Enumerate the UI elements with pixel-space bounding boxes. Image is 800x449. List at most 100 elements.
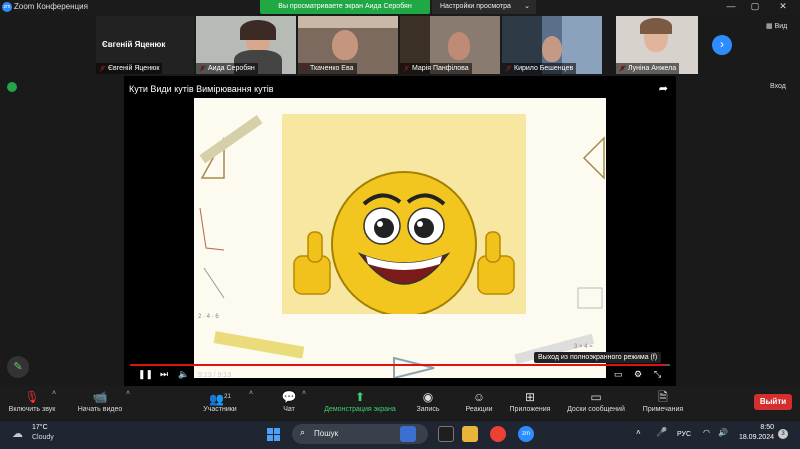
participants-button[interactable]: 👥21 Участники — [196, 388, 244, 413]
participant-video — [240, 20, 276, 40]
windows-start-icon[interactable] — [267, 428, 280, 441]
view-options-button[interactable]: Настройки просмотра ⌄ — [432, 0, 536, 14]
svg-text:2 · 4 · 6: 2 · 4 · 6 — [198, 314, 219, 320]
share-screen-button[interactable]: ⬆ Демонстрация экрана — [318, 388, 402, 413]
participant-name: Кирило Бешенцев — [502, 63, 577, 74]
weather-temperature[interactable]: 17°C — [32, 424, 48, 431]
record-button[interactable]: ◉ Запись — [412, 388, 444, 413]
minimize-button[interactable]: — — [722, 1, 740, 11]
participant-name: Ткаченко Ева — [298, 63, 357, 74]
participant-name: Луніна Анжела — [616, 63, 680, 74]
reactions-button[interactable]: ☺ Реакции — [460, 388, 498, 413]
enter-button[interactable]: Вход — [770, 83, 786, 90]
unmute-label: Включить звук — [8, 406, 56, 413]
share-banner: Вы просматриваете экран Аида Серобян — [260, 0, 430, 14]
zoom-app-icon: zm — [2, 2, 12, 12]
app-title: Zoom Конференция — [14, 2, 88, 11]
progress-fill — [130, 364, 665, 366]
apps-button[interactable]: ⊞ Приложения — [506, 388, 554, 413]
participant-tile[interactable]: Марія Панфілова — [400, 16, 500, 74]
start-video-label: Начать видео — [77, 406, 123, 413]
reactions-label: Реакции — [465, 406, 493, 413]
zoom-taskbar-icon[interactable]: zm — [518, 426, 534, 442]
gear-icon[interactable]: ⚙ — [634, 369, 642, 380]
task-view-icon[interactable] — [438, 426, 454, 442]
reactions-icon: ☺ — [472, 390, 486, 404]
weather-condition[interactable]: Cloudy — [32, 434, 54, 441]
clock-date[interactable]: 18.09.2024 — [734, 434, 774, 441]
svg-text:3 × 4 =: 3 × 4 = — [574, 344, 593, 350]
whiteboards-label: Доски сообщений — [567, 406, 625, 413]
whiteboards-button[interactable]: ▭ Доски сообщений — [562, 388, 630, 413]
chevron-up-icon[interactable]: ˄ — [52, 390, 56, 397]
clock-time[interactable]: 8:50 — [742, 424, 774, 431]
slide-background — [282, 114, 526, 314]
apps-label: Приложения — [509, 406, 551, 413]
chat-button[interactable]: 💬 Чат — [274, 388, 304, 413]
shared-video-player[interactable]: Кути Види кутів Вимірювання кутів ➦ 2 · … — [124, 76, 676, 386]
active-speaker-name: Євгеній Яценюк — [102, 40, 166, 49]
participant-video — [542, 36, 562, 62]
gallery-strip: Євгеній Яценюк Євгеній Яценюк Аида Сероб… — [96, 14, 702, 74]
taskbar-app-icon[interactable] — [400, 426, 416, 442]
participant-tile[interactable]: Кирило Бешенцев — [502, 16, 602, 74]
exit-fullscreen-icon[interactable]: ⤡ — [654, 369, 661, 380]
title-bar: zm Zoom Конференция Вы просматриваете эк… — [0, 0, 800, 14]
chat-icon: 💬 — [281, 390, 297, 404]
participant-video — [640, 18, 672, 34]
participants-label: Участники — [203, 406, 237, 413]
chevron-up-icon[interactable]: ˄ — [302, 390, 306, 397]
participant-video — [298, 16, 398, 28]
view-label: Вид — [774, 23, 788, 30]
video-frame: 2 · 4 · 6 3 × 4 = — [194, 98, 606, 378]
subtitles-icon[interactable]: ▭ — [614, 369, 623, 380]
volume-icon[interactable]: 🔈 — [178, 369, 189, 380]
view-options-label: Настройки просмотра — [440, 3, 511, 10]
chevron-down-icon: ⌄ — [524, 3, 530, 10]
participant-video — [448, 32, 470, 60]
close-button[interactable]: ✕ — [774, 1, 792, 12]
apps-icon: ⊞ — [524, 390, 536, 404]
notes-label: Примечания — [642, 406, 684, 413]
smiley-thumbs-up-icon — [293, 171, 515, 314]
participant-tile[interactable]: Аида Серобян — [196, 16, 296, 74]
start-video-button[interactable]: 📹 Начать видео — [72, 388, 128, 413]
exit-fullscreen-tooltip: Выход из полноэкранного режима (f) — [534, 352, 662, 363]
participant-tile[interactable]: Луніна Анжела — [616, 16, 698, 74]
chevron-up-icon[interactable]: ˄ — [126, 390, 130, 397]
maximize-button[interactable]: ▢ — [746, 1, 764, 12]
shield-icon[interactable] — [7, 82, 17, 92]
chevron-up-icon[interactable]: ˄ — [636, 428, 641, 437]
share-screen-icon: ⬆ — [354, 390, 366, 404]
file-explorer-icon[interactable] — [462, 426, 478, 442]
participant-video — [332, 30, 358, 60]
next-track-icon[interactable]: ⏭ — [160, 369, 168, 380]
pencil-icon[interactable]: ✎ — [7, 356, 29, 378]
notification-badge[interactable]: 3 — [778, 429, 788, 439]
participants-icon: 👥21 — [209, 392, 231, 406]
microphone-icon[interactable]: 🎤 — [656, 427, 667, 438]
record-label: Запись — [416, 406, 440, 413]
leave-button[interactable]: Выйти — [754, 394, 792, 410]
participant-tile[interactable]: Ткаченко Ева — [298, 16, 398, 74]
notes-button[interactable]: 🗎 Примечания — [638, 388, 688, 413]
cloud-icon[interactable]: ☁ — [12, 427, 23, 440]
whiteboard-icon: ▭ — [590, 390, 602, 404]
search-placeholder: Пошук — [314, 429, 339, 438]
wifi-icon[interactable]: ◠ — [703, 428, 710, 437]
participant-name: Марія Панфілова — [400, 63, 472, 74]
language-indicator[interactable]: РУС — [677, 431, 691, 438]
gallery-next-button[interactable]: › — [712, 35, 732, 55]
participant-name: Євгеній Яценюк — [96, 63, 163, 74]
record-icon: ◉ — [422, 390, 434, 404]
participant-tile[interactable]: Євгеній Яценюк Євгеній Яценюк — [96, 16, 194, 74]
chevron-up-icon[interactable]: ˄ — [249, 390, 253, 397]
view-button[interactable]: ▦ Вид — [766, 22, 787, 30]
video-off-icon: 📹 — [92, 390, 108, 404]
volume-icon[interactable]: 🔊 — [718, 428, 728, 437]
meeting-toolbar: 🎙 Включить звук ˄ 📹 Начать видео ˄ 👥21 У… — [0, 386, 800, 420]
chrome-icon[interactable] — [490, 426, 506, 442]
pause-icon[interactable]: ❚❚ — [138, 369, 153, 380]
share-arrow-icon[interactable]: ➦ — [659, 82, 668, 95]
playback-time: 9:13 / 9:13 — [198, 372, 232, 379]
